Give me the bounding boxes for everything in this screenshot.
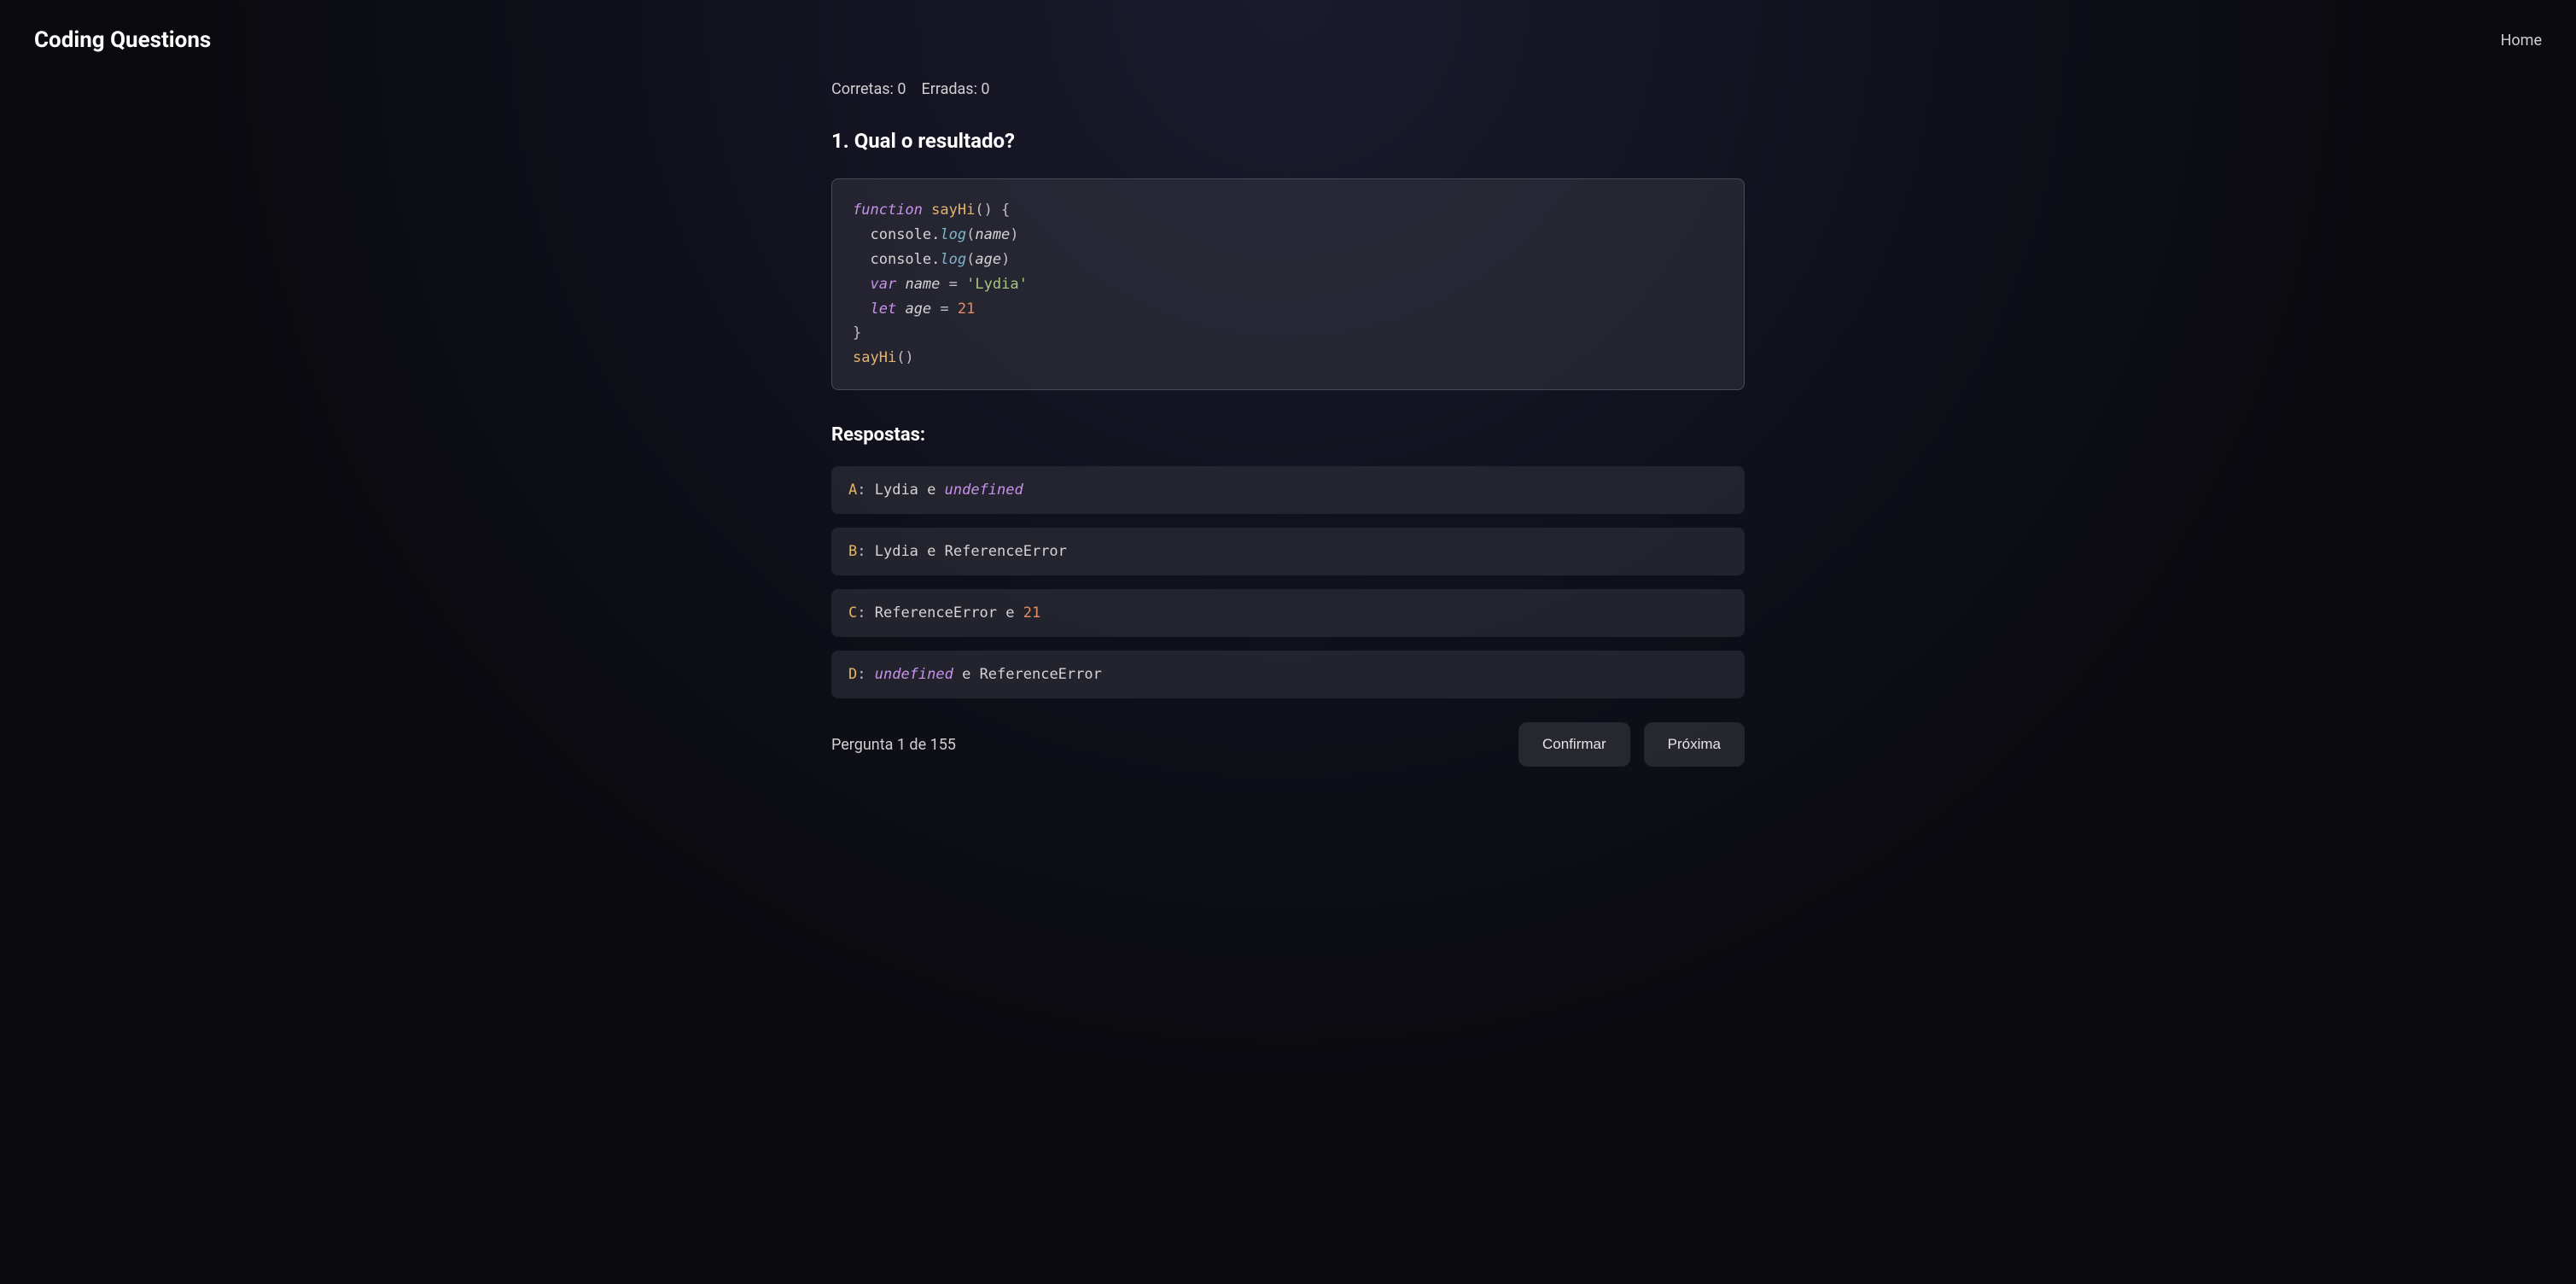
answer-text: Lydia e ReferenceError xyxy=(875,543,1067,560)
brand-title: Coding Questions xyxy=(34,27,211,53)
code-token: ( xyxy=(966,226,975,243)
answer-undefined: undefined xyxy=(945,482,1023,499)
code-token: function xyxy=(853,201,923,219)
answer-option-d[interactable]: D: undefined e ReferenceError xyxy=(831,651,1745,698)
answer-text: ReferenceError e xyxy=(875,604,1023,622)
answer-colon: : xyxy=(857,482,874,499)
code-token: () xyxy=(896,349,913,366)
score-incorrect: Erradas: 0 xyxy=(921,80,989,98)
code-token: () { xyxy=(975,201,1010,219)
code-token: } xyxy=(853,324,861,341)
code-token: console. xyxy=(870,251,940,268)
code-token: var xyxy=(870,276,896,293)
answer-undefined: undefined xyxy=(875,666,953,683)
answers-heading: Respostas: xyxy=(831,424,1745,446)
score-incorrect-label: Erradas: xyxy=(921,80,976,98)
code-token: log xyxy=(940,251,966,268)
code-token: sayHi xyxy=(931,201,975,219)
score-correct-label: Corretas: xyxy=(831,80,894,98)
answer-option-b[interactable]: B: Lydia e ReferenceError xyxy=(831,528,1745,575)
code-token: 'Lydia' xyxy=(966,276,1028,293)
code-block: function sayHi() { console.log(name) con… xyxy=(831,178,1745,390)
answer-letter: D xyxy=(848,666,857,683)
code-token: let xyxy=(870,301,896,318)
home-link[interactable]: Home xyxy=(2501,32,2542,50)
score-correct: Corretas: 0 xyxy=(831,80,906,98)
code-token: ( xyxy=(966,251,975,268)
code-token: log xyxy=(940,226,966,243)
code-token: sayHi xyxy=(853,349,896,366)
score-correct-value: 0 xyxy=(897,80,906,98)
code-token: = xyxy=(940,301,948,318)
code-token: age xyxy=(975,251,1001,268)
answer-letter: C xyxy=(848,604,857,622)
code-token: ) xyxy=(1001,251,1010,268)
answer-text: e ReferenceError xyxy=(953,666,1102,683)
answer-number: 21 xyxy=(1023,604,1040,622)
code-token: name xyxy=(905,276,940,293)
code-token: name xyxy=(975,226,1010,243)
code-token: 21 xyxy=(958,301,975,318)
code-token: console. xyxy=(870,226,940,243)
answer-letter: A xyxy=(848,482,857,499)
answer-text: Lydia e xyxy=(875,482,945,499)
score-row: Corretas: 0 Erradas: 0 xyxy=(831,80,1745,98)
question-title: 1. Qual o resultado? xyxy=(831,129,1745,153)
next-button[interactable]: Próxima xyxy=(1644,722,1745,767)
answer-colon: : xyxy=(857,543,874,560)
answer-colon: : xyxy=(857,666,874,683)
answer-colon: : xyxy=(857,604,874,622)
code-token: = xyxy=(949,276,958,293)
answer-letter: B xyxy=(848,543,857,560)
confirm-button[interactable]: Confirmar xyxy=(1518,722,1630,767)
code-token: ) xyxy=(1010,226,1018,243)
answer-option-c[interactable]: C: ReferenceError e 21 xyxy=(831,589,1745,637)
score-incorrect-value: 0 xyxy=(981,80,989,98)
answer-option-a[interactable]: A: Lydia e undefined xyxy=(831,466,1745,514)
pagination-text: Pergunta 1 de 155 xyxy=(831,736,956,754)
code-token: age xyxy=(905,301,931,318)
